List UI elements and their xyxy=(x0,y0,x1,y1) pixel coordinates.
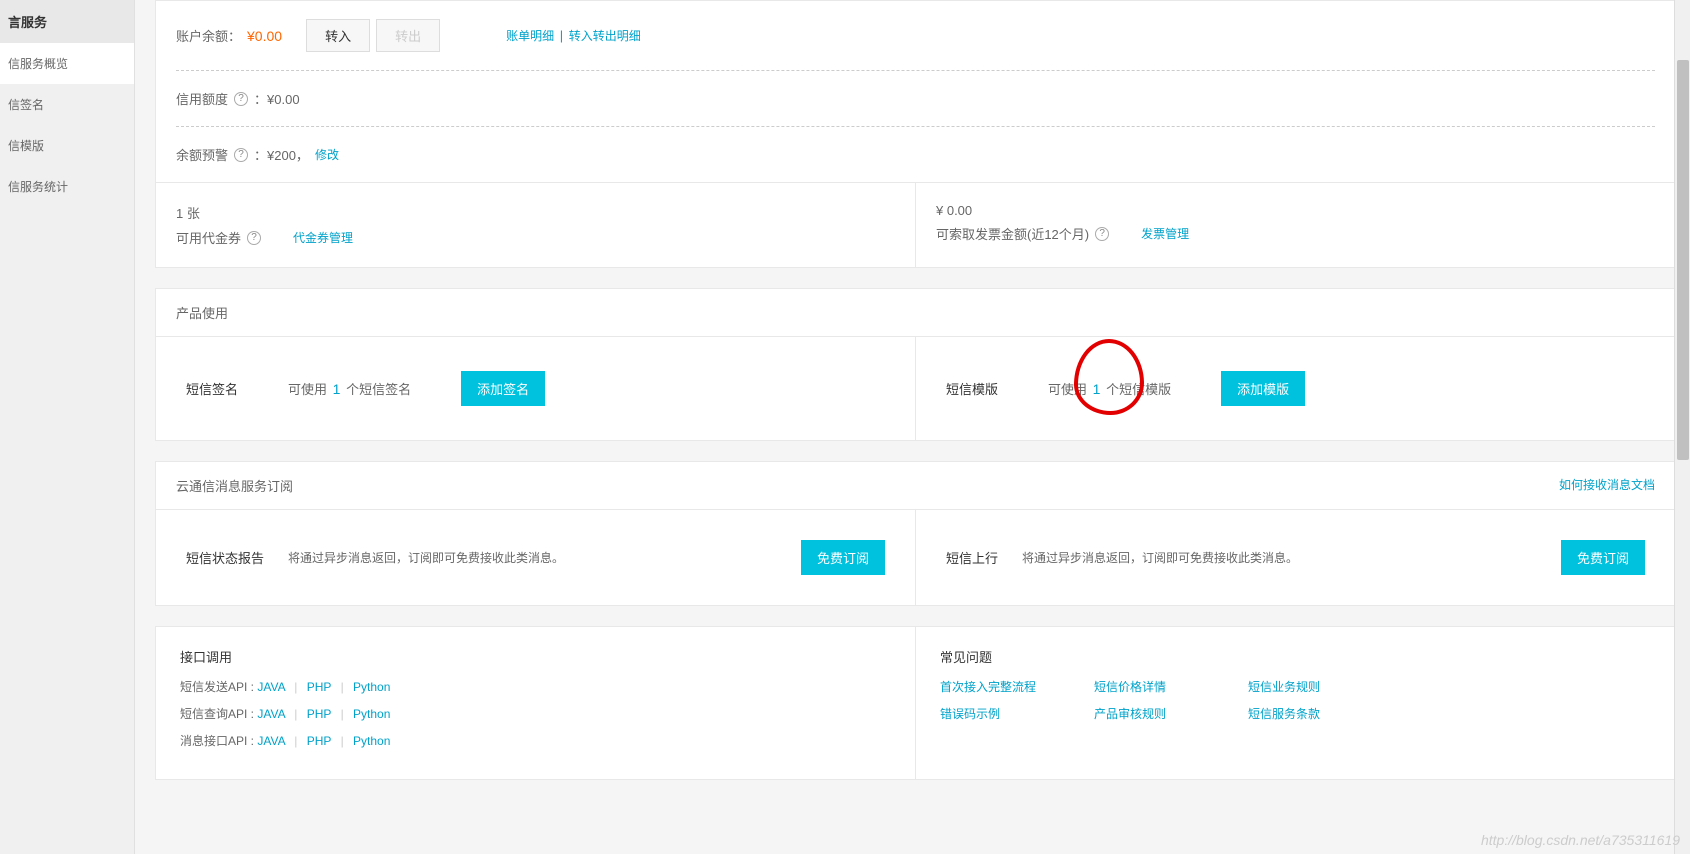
divider xyxy=(176,70,1655,71)
invoice-amount: ¥ 0.00 xyxy=(936,203,1655,218)
annotation-circle xyxy=(1074,339,1144,415)
help-icon[interactable]: ? xyxy=(247,231,261,245)
modify-link[interactable]: 修改 xyxy=(315,146,339,163)
balance-amount: ¥0.00 xyxy=(247,28,282,44)
api-row-query: 短信查询API : JAVA | PHP | Python xyxy=(180,705,891,722)
bottom-card: 接口调用 短信发送API : JAVA | PHP | Python 短信查询A… xyxy=(155,626,1676,780)
sign-title: 短信签名 xyxy=(186,379,238,398)
sidebar-header: 言服务 xyxy=(0,0,134,43)
faq-link[interactable]: 首次接入完整流程 xyxy=(940,678,1080,695)
subscribe-upstream-button[interactable]: 免费订阅 xyxy=(1561,540,1645,575)
api-row-message: 消息接口API : JAVA | PHP | Python xyxy=(180,732,891,749)
transfer-in-button[interactable]: 转入 xyxy=(306,19,370,52)
transfer-detail-link[interactable]: 转入转出明细 xyxy=(569,29,641,43)
watermark: http://blog.csdn.net/a735311619 xyxy=(1481,832,1680,848)
subscribe-status-button[interactable]: 免费订阅 xyxy=(801,540,885,575)
api-header: 接口调用 xyxy=(180,647,891,666)
api-java-link[interactable]: JAVA xyxy=(257,680,285,694)
warning-label: 余额预警 xyxy=(176,145,228,164)
vertical-scrollbar[interactable] xyxy=(1674,0,1690,854)
credit-label: 信用额度 xyxy=(176,89,228,108)
template-title: 短信模版 xyxy=(946,379,998,398)
template-count: 1 xyxy=(1093,381,1101,397)
api-php-link[interactable]: PHP xyxy=(307,680,331,694)
bill-detail-link[interactable]: 账单明细 xyxy=(506,29,554,43)
sidebar-item-signature[interactable]: 信签名 xyxy=(0,84,134,125)
api-row-send: 短信发送API : JAVA | PHP | Python xyxy=(180,678,891,695)
faq-header: 常见问题 xyxy=(940,647,1651,666)
main-content: 账户余额： ¥0.00 转入 转出 账单明细 | 转入转出明细 信用额度 ? ：… xyxy=(135,0,1690,854)
voucher-manage-link[interactable]: 代金券管理 xyxy=(293,229,353,246)
status-report-title: 短信状态报告 xyxy=(186,548,264,567)
api-python-link[interactable]: Python xyxy=(353,707,390,721)
invoice-label: 可索取发票金额(近12个月) xyxy=(936,224,1089,243)
template-usage-text: 可使用 1 个短信模版 xyxy=(1048,379,1171,398)
upstream-desc: 将通过异步消息返回，订阅即可免费接收此类消息。 xyxy=(1022,549,1541,566)
sidebar-item-stats[interactable]: 信服务统计 xyxy=(0,166,134,207)
help-icon[interactable]: ? xyxy=(1095,227,1109,241)
help-icon[interactable]: ? xyxy=(234,148,248,162)
sidebar-item-template[interactable]: 信模版 xyxy=(0,125,134,166)
subscribe-header: 云通信消息服务订阅 xyxy=(176,476,293,495)
add-sign-button[interactable]: 添加签名 xyxy=(461,371,545,406)
invoice-manage-link[interactable]: 发票管理 xyxy=(1141,225,1189,242)
voucher-invoice-row: 1 张 可用代金券 ? 代金券管理 ¥ 0.00 可索取发票金额(近12个月) … xyxy=(156,182,1675,267)
credit-amount: ：¥0.00 xyxy=(254,89,300,108)
faq-link[interactable]: 短信业务规则 xyxy=(1248,678,1388,695)
faq-link[interactable]: 错误码示例 xyxy=(940,705,1080,722)
transfer-out-button: 转出 xyxy=(376,19,440,52)
help-icon[interactable]: ? xyxy=(234,92,248,106)
subscribe-doc-link[interactable]: 如何接收消息文档 xyxy=(1559,476,1655,495)
subscribe-card: 云通信消息服务订阅 如何接收消息文档 短信状态报告 将通过异步消息返回，订阅即可… xyxy=(155,461,1676,606)
api-python-link[interactable]: Python xyxy=(353,734,390,748)
faq-link[interactable]: 短信服务条款 xyxy=(1248,705,1388,722)
sign-usage-text: 可使用 1 个短信签名 xyxy=(288,379,411,398)
api-python-link[interactable]: Python xyxy=(353,680,390,694)
voucher-count: 1 张 xyxy=(176,203,895,222)
add-template-button[interactable]: 添加模版 xyxy=(1221,371,1305,406)
voucher-label: 可用代金券 xyxy=(176,228,241,247)
status-report-desc: 将通过异步消息返回，订阅即可免费接收此类消息。 xyxy=(288,549,781,566)
api-php-link[interactable]: PHP xyxy=(307,734,331,748)
separator: | xyxy=(560,28,563,43)
api-php-link[interactable]: PHP xyxy=(307,707,331,721)
upstream-title: 短信上行 xyxy=(946,548,998,567)
api-java-link[interactable]: JAVA xyxy=(257,707,285,721)
usage-header: 产品使用 xyxy=(176,303,228,322)
faq-link[interactable]: 短信价格详情 xyxy=(1094,678,1234,695)
sign-count: 1 xyxy=(333,381,341,397)
sidebar: 言服务 信服务概览 信签名 信模版 信服务统计 xyxy=(0,0,135,854)
sidebar-item-overview[interactable]: 信服务概览 xyxy=(0,43,134,84)
warning-amount: ：¥200， xyxy=(254,145,309,164)
balance-label: 账户余额： xyxy=(176,26,241,45)
divider xyxy=(176,126,1655,127)
faq-link[interactable]: 产品审核规则 xyxy=(1094,705,1234,722)
scrollbar-thumb[interactable] xyxy=(1677,60,1689,460)
usage-card: 产品使用 短信签名 可使用 1 个短信签名 添加签名 短信模版 可使用 xyxy=(155,288,1676,441)
api-java-link[interactable]: JAVA xyxy=(257,734,285,748)
balance-card: 账户余额： ¥0.00 转入 转出 账单明细 | 转入转出明细 信用额度 ? ：… xyxy=(155,0,1676,268)
